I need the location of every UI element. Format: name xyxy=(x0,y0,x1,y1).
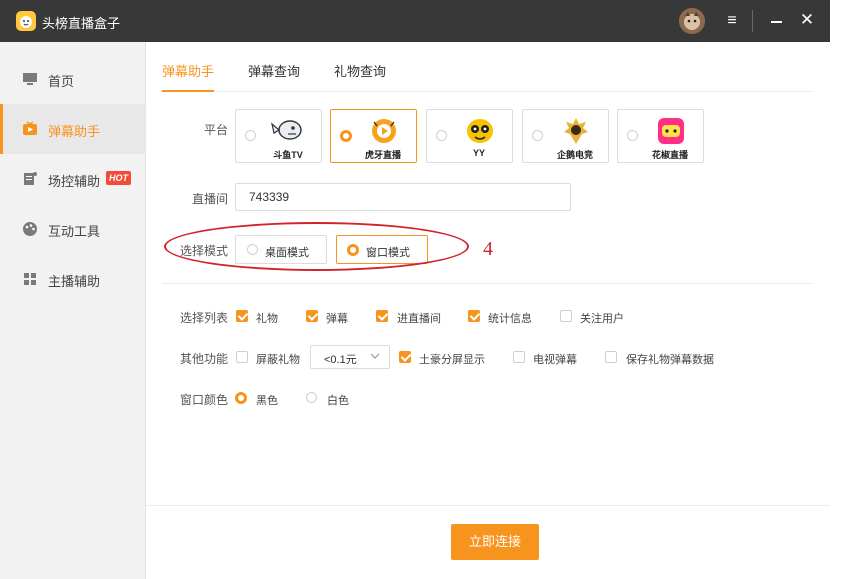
play-tv-icon xyxy=(23,121,37,135)
sidebar-item-field-control[interactable]: 场控辅助 HOT xyxy=(0,154,146,204)
tab-gift-query[interactable]: 礼物查询 xyxy=(334,61,386,90)
platform-label: 平台 xyxy=(204,123,229,137)
app-logo-icon xyxy=(16,11,36,31)
main-panel: 弹幕助手 弹幕查询 礼物查询 平台 斗鱼TV 虎牙直播 YY 企鹅电竞 花椒直播… xyxy=(146,42,830,579)
section-divider xyxy=(162,283,812,284)
platform-name: YY xyxy=(472,148,485,158)
huajiao-logo-icon xyxy=(658,118,684,144)
sidebar-item-interaction-tools[interactable]: 互动工具 xyxy=(0,204,146,254)
sidebar-item-label: 互动工具 xyxy=(48,224,101,239)
option-label: 白色 xyxy=(327,395,349,407)
checkbox-tycoon-split[interactable] xyxy=(399,351,411,363)
app-title: 头榜直播盒子 xyxy=(42,16,121,31)
sidebar-item-label: 场控辅助 xyxy=(48,174,101,189)
platform-radio xyxy=(532,130,543,141)
tab-bar: 弹幕助手 弹幕查询 礼物查询 xyxy=(162,42,812,92)
checkbox-gift[interactable] xyxy=(236,310,248,322)
tab-danmu-assistant[interactable]: 弹幕助手 xyxy=(162,61,215,92)
platform-radio xyxy=(340,130,352,142)
menu-icon[interactable]: ≡ xyxy=(722,11,742,31)
window-margin xyxy=(830,0,866,579)
checkbox-block-gift[interactable] xyxy=(236,351,248,363)
checkbox-save-data[interactable] xyxy=(605,351,617,363)
platform-douyu[interactable]: 斗鱼TV xyxy=(235,109,322,163)
sidebar-item-label: 首页 xyxy=(48,74,75,89)
douyu-logo-icon xyxy=(271,120,302,140)
monitor-icon xyxy=(23,73,37,85)
platform-huya[interactable]: 虎牙直播 xyxy=(330,109,417,163)
room-id-input[interactable]: 743339 xyxy=(235,183,571,211)
checkbox-tv-danmu[interactable] xyxy=(513,351,525,363)
hot-badge: HOT xyxy=(106,171,131,185)
minimize-button[interactable] xyxy=(766,11,786,31)
option-label: 黑色 xyxy=(256,395,278,407)
option-label: 保存礼物弹幕数据 xyxy=(626,354,714,366)
annotation-ellipse xyxy=(164,222,469,271)
radio-white[interactable] xyxy=(306,392,317,403)
sidebar-item-label: 主播辅助 xyxy=(48,274,101,289)
platform-name: 花椒直播 xyxy=(651,150,688,160)
option-label: 礼物 xyxy=(256,313,278,325)
radio-black[interactable] xyxy=(235,392,247,404)
checkbox-enter-room[interactable] xyxy=(376,310,388,322)
annotation-number: 4 xyxy=(483,238,493,260)
checkbox-statistics[interactable] xyxy=(468,310,480,322)
grid-icon xyxy=(24,273,36,285)
platform-huajiao[interactable]: 花椒直播 xyxy=(617,109,704,163)
connect-button[interactable]: 立即连接 xyxy=(451,524,539,560)
option-label: 统计信息 xyxy=(488,313,532,325)
huya-logo-icon xyxy=(372,119,396,143)
gift-filter-select[interactable]: <0.1元 xyxy=(310,345,390,369)
room-label: 直播间 xyxy=(192,192,229,206)
sidebar-item-label: 弹幕助手 xyxy=(48,124,101,139)
option-label: 屏蔽礼物 xyxy=(256,354,300,366)
option-label: 进直播间 xyxy=(397,313,441,325)
color-label: 窗口颜色 xyxy=(180,393,229,407)
platform-name: 斗鱼TV xyxy=(273,150,303,160)
chevron-down-icon xyxy=(370,353,380,359)
sidebar: 首页 弹幕助手 场控辅助 HOT 互动工具 主播辅助 xyxy=(0,42,146,579)
checkbox-danmu[interactable] xyxy=(306,310,318,322)
sidebar-item-streamer-assist[interactable]: 主播辅助 xyxy=(0,254,146,304)
platform-radio xyxy=(436,130,447,141)
platform-name: 虎牙直播 xyxy=(364,150,401,160)
option-label: 电视弹幕 xyxy=(533,354,577,366)
option-label: 土豪分屏显示 xyxy=(419,354,485,366)
other-label: 其他功能 xyxy=(180,352,229,366)
checkbox-follow-user[interactable] xyxy=(560,310,572,322)
gift-filter-value: <0.1元 xyxy=(324,354,357,366)
penguin-esports-logo-icon xyxy=(564,118,588,144)
palette-icon xyxy=(23,222,37,236)
list-label: 选择列表 xyxy=(180,311,229,325)
footer-divider xyxy=(146,505,830,506)
title-bar: 头榜直播盒子 ≡ ✕ xyxy=(0,0,830,42)
close-button[interactable]: ✕ xyxy=(797,10,817,30)
platform-yy[interactable]: YY xyxy=(426,109,513,163)
title-separator xyxy=(752,10,753,32)
avatar[interactable] xyxy=(679,8,705,34)
sidebar-item-home[interactable]: 首页 xyxy=(0,54,146,104)
platform-radio xyxy=(245,130,256,141)
option-label: 弹幕 xyxy=(326,313,348,325)
sidebar-item-danmu-assistant[interactable]: 弹幕助手 xyxy=(0,104,146,154)
platform-radio xyxy=(627,130,638,141)
platform-name: 企鹅电竞 xyxy=(556,150,593,160)
option-label: 关注用户 xyxy=(580,313,624,325)
yy-logo-icon xyxy=(467,119,493,143)
document-icon xyxy=(24,172,37,185)
platform-penguin-esports[interactable]: 企鹅电竞 xyxy=(522,109,609,163)
tab-danmu-query[interactable]: 弹幕查询 xyxy=(248,61,300,90)
